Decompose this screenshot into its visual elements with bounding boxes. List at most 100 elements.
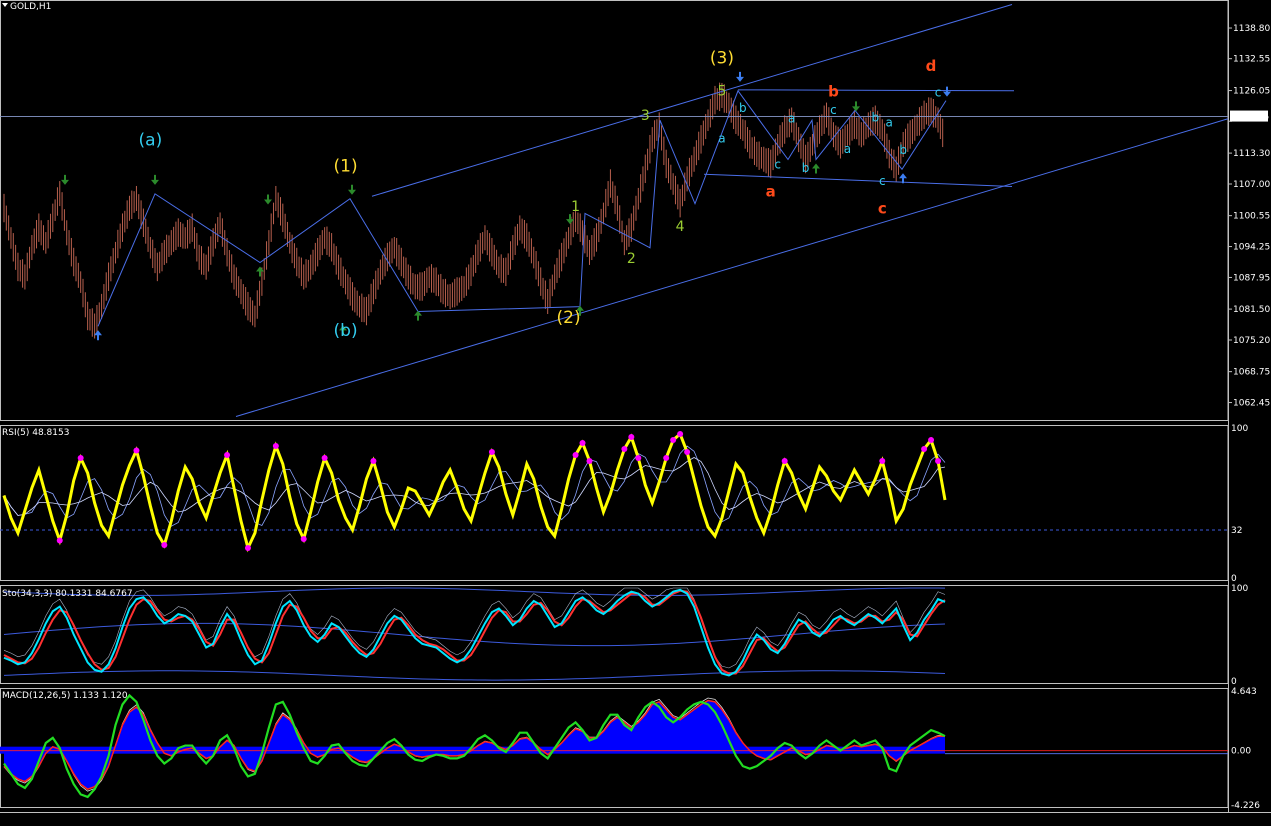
price-panel[interactable]: (a)(b)(1)(2)(3)12345abcdbac bacab abcc [0, 3, 1229, 418]
rsi-title: RSI(5) 48.8153 [2, 428, 69, 438]
stochastic-title: Sto(34,3,3) 80.1331 84.6767 [2, 589, 133, 599]
stochastic-panel[interactable] [3, 587, 946, 681]
rsi-extreme-point [244, 545, 251, 551]
rsi-extreme-point [628, 434, 635, 440]
stochastic-tick-label: 100 [1231, 584, 1248, 594]
rsi-extreme-point [684, 449, 691, 455]
wave-label-corrective: c [878, 199, 887, 217]
rsi-extreme-point [621, 446, 628, 452]
panel-frames [0, 0, 1271, 813]
rsi-extreme-point [879, 458, 886, 464]
panel-border-stoch [0, 585, 1229, 684]
wave-label-subwave: a [718, 131, 725, 145]
symbol-title: GOLD,H1 [10, 2, 51, 12]
wave-label-minor: 5 [717, 84, 726, 100]
rsi-extreme-point [579, 440, 586, 446]
price-tick-label: 1094.25 [1233, 243, 1270, 253]
wave-label-subwave: b [802, 161, 810, 175]
wave-label-subwave: c [774, 157, 781, 171]
wave-label-corrective: a [766, 182, 776, 200]
up-arrow-icon [256, 266, 264, 277]
macd-title: MACD(12,26,5) 1.133 1.120 [2, 691, 128, 701]
rsi-tick-label: 32 [1231, 526, 1242, 536]
price-axis: 1138.80 1132.55 1126.05 1120.75 1113.30 1107.… [1228, 24, 1270, 811]
rsi-extreme-point [370, 458, 377, 464]
price-tick-label: 1075.20 [1233, 336, 1270, 346]
rsi-extreme-point [161, 542, 168, 548]
rsi-extreme-point [670, 437, 677, 443]
wave-path [97, 89, 947, 327]
rsi-extreme-point [224, 452, 231, 458]
down-arrow-icon [264, 194, 272, 205]
down-arrow-icon [61, 174, 69, 185]
rsi-extreme-point [272, 443, 279, 449]
rsi-extreme-point [300, 536, 307, 542]
stochastic-band-lower [3, 670, 946, 681]
triangle-lower-line [703, 173, 1013, 187]
wave-label-subwave: c [935, 86, 942, 100]
wave-label-minor: 1 [571, 199, 580, 215]
rsi-extreme-point [781, 458, 788, 464]
wave-label-primary: (3) [710, 48, 734, 68]
macd-panel[interactable] [0, 693, 1228, 799]
wave-label-primary: (b) [334, 321, 358, 341]
chart-canvas[interactable]: (a)(b)(1)(2)(3)12345abcdbac bacab abcc 113… [0, 0, 1271, 826]
wave-label-subwave: b [739, 101, 747, 115]
price-tick-label: 1113.30 [1233, 149, 1270, 159]
wave-label-subwave: b [899, 143, 907, 157]
price-tick-label: 1138.80 [1233, 24, 1270, 34]
price-tick-label: 1081.50 [1233, 305, 1270, 315]
panel-border-rsi [0, 425, 1229, 581]
rsi-tick-label: 0 [1231, 574, 1237, 584]
rsi-extreme-point [488, 449, 495, 455]
rsi-extreme-point [321, 455, 328, 461]
stochastic-tick-label: 0 [1231, 677, 1237, 687]
rsi-extreme-point [663, 455, 670, 461]
rsi-extreme-point [586, 458, 593, 464]
wave-label-minor: 4 [676, 219, 685, 235]
rsi-extreme-point [133, 447, 140, 454]
rsi-panel[interactable] [0, 431, 1228, 553]
down-arrow-icon [852, 101, 860, 112]
up-arrow-icon [414, 310, 422, 321]
rsi-extreme-point [56, 537, 63, 544]
wave-label-subwave: b [871, 111, 879, 125]
wave-label-primary: (1) [334, 157, 358, 177]
triangle-upper-line [737, 89, 1015, 92]
stochastic-signal-line [3, 589, 946, 675]
wave-label-subwave: c [830, 103, 837, 117]
wave-label-subwave: a [886, 116, 893, 130]
down-arrow-icon [348, 184, 356, 195]
price-tick-label: 1087.95 [1233, 273, 1270, 283]
price-tick-label: 1100.55 [1233, 212, 1270, 222]
wave-label-subwave: a [844, 142, 851, 156]
up-arrow-icon [94, 330, 102, 341]
price-tick-label: 1062.45 [1233, 399, 1270, 409]
current-price-label: 1120.75 [1232, 113, 1269, 123]
wave-label-corrective: d [926, 57, 937, 75]
rsi-tick-label: 100 [1231, 424, 1248, 434]
price-tick-label: 1068.75 [1233, 368, 1270, 378]
chart-menu-arrow-icon[interactable] [2, 3, 8, 7]
down-arrow-icon [736, 71, 744, 82]
rsi-extreme-point [935, 458, 942, 464]
wave-label-primary: (2) [557, 308, 581, 328]
panel-border-price [0, 0, 1229, 421]
down-arrow-icon [943, 86, 951, 97]
macd-tick-label: 4.643 [1231, 687, 1257, 697]
stochastic-main-line [3, 588, 946, 677]
wave-label-subwave: a [788, 112, 795, 126]
rsi-extreme-point [677, 431, 684, 437]
price-tick-label: 1126.05 [1233, 87, 1270, 97]
macd-tick-label: 0.00 [1231, 747, 1251, 757]
rsi-line [2, 431, 947, 553]
rsi-extreme-point [635, 455, 642, 461]
price-tick-label: 1132.55 [1233, 55, 1270, 65]
rsi-extreme-point [921, 446, 928, 452]
wave-label-primary: (a) [139, 131, 163, 151]
price-tick-label: 1107.00 [1233, 180, 1270, 190]
up-arrow-icon [812, 163, 820, 174]
wave-label-minor: 2 [627, 251, 636, 267]
down-arrow-icon [151, 174, 159, 185]
wave-label-minor: 3 [641, 108, 650, 124]
